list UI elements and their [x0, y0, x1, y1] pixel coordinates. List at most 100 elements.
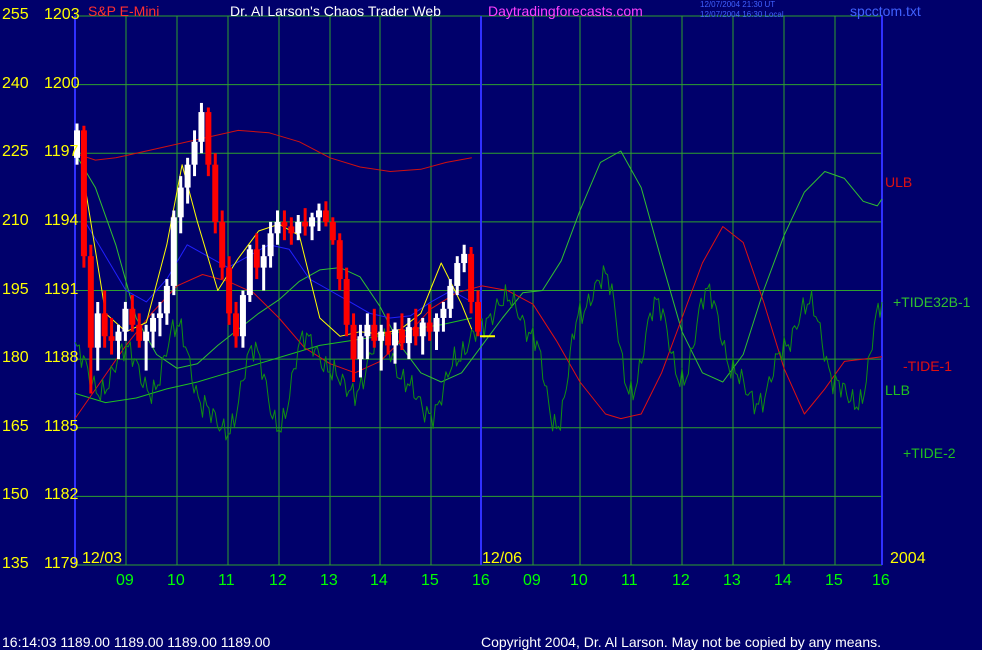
price-bar-body: [143, 331, 150, 341]
price-bar-body: [295, 221, 302, 234]
x-tick-label: 12: [672, 572, 690, 589]
price-bar-body: [329, 221, 336, 241]
time-local: 12/07/2004 16:30 Local: [700, 10, 784, 19]
price-bar-body: [108, 336, 115, 341]
price-bar-body: [288, 226, 295, 234]
x-tick-label: 11: [621, 572, 638, 589]
price-bar-body: [412, 327, 419, 337]
x-tick-label: 13: [320, 572, 338, 589]
price-bar-body: [267, 233, 274, 257]
price-bar-body: [184, 164, 191, 188]
chart-window: S&P E-Mini Dr. Al Larson's Chaos Trader …: [0, 0, 982, 650]
y-tick-label-left: 255: [2, 6, 29, 23]
price-bar-body: [80, 130, 87, 257]
price-bar-body: [239, 295, 246, 337]
date-label-start: 12/03: [82, 550, 123, 567]
y-tick-label-right: 1179: [44, 555, 79, 572]
price-bar-body: [371, 324, 378, 341]
price-bar-body: [426, 322, 433, 332]
price-bar-body: [233, 313, 240, 337]
y-tick-label-right: 1185: [44, 417, 79, 435]
ulb-line: [74, 129, 472, 172]
price-bar-body: [336, 240, 343, 280]
price-bar-body: [447, 285, 454, 309]
x-tick-label: 09: [523, 572, 541, 589]
x-tick-label: 13: [723, 572, 741, 589]
y-tick-label-right: 1188: [44, 349, 79, 367]
quote-readout: 16:14:03 1189.00 1189.00 1189.00 1189.00: [2, 634, 271, 650]
series-label-llb: LLB: [885, 382, 910, 398]
price-bar-body: [198, 112, 205, 142]
price-bar-body: [129, 308, 136, 325]
price-bar-body: [385, 331, 392, 346]
time-ut: 12/07/2004 21:30 UT: [700, 0, 776, 9]
price-bar-body: [163, 285, 170, 314]
x-tick-label: 14: [774, 572, 792, 589]
price-bar-body: [115, 331, 122, 341]
price-bar-body: [343, 279, 350, 325]
price-bar-body: [260, 256, 267, 268]
y-tick-label-left: 180: [2, 349, 29, 367]
y-tick-label-left: 165: [2, 417, 29, 435]
x-tick-label: 16: [872, 572, 890, 589]
series-layer: [74, 129, 883, 441]
series-label-tide1: -TIDE-1: [903, 358, 952, 374]
price-bar-body: [87, 256, 94, 348]
price-bar-body: [350, 324, 357, 360]
x-tick-label: 15: [825, 572, 843, 589]
price-bar-body: [357, 336, 364, 360]
y-tick-label-right: 1200: [44, 74, 80, 92]
price-bar-body: [309, 217, 316, 227]
y-tick-label-left: 210: [2, 211, 29, 229]
x-tick-label: 09: [116, 572, 134, 589]
price-bar-body: [322, 210, 329, 222]
price-bar-body: [94, 313, 101, 348]
price-bar-body: [454, 263, 461, 286]
chart-title: Dr. Al Larson's Chaos Trader Web: [230, 3, 441, 19]
price-bar-body: [246, 249, 253, 296]
y-tick-label-left: 150: [2, 486, 29, 504]
y-tick-label-right: 1191: [44, 280, 79, 298]
price-bar-body: [170, 217, 177, 286]
y-tick-label-left: 135: [2, 555, 29, 572]
y-tick-label-right: 1203: [44, 6, 80, 23]
series-label-ulb: ULB: [885, 174, 913, 190]
y-tick-label-right: 1194: [44, 211, 79, 229]
copyright-notice: Copyright 2004, Dr. Al Larson. May not b…: [481, 634, 882, 650]
series-label-tide32b1: +TIDE32B-1: [893, 294, 971, 310]
filename-label: spcctom.txt: [850, 3, 921, 19]
price-bar-body: [122, 308, 129, 332]
price-bar-body: [440, 308, 447, 318]
x-tick-label: 10: [167, 572, 185, 589]
price-bar-body: [475, 301, 481, 332]
price-bar-body: [433, 317, 440, 332]
price-bar-body: [392, 329, 399, 346]
price-bar-body: [274, 221, 281, 234]
price-bar-body: [468, 253, 475, 302]
x-tick-label: 10: [570, 572, 588, 589]
date-label-mid: 12/06: [482, 550, 523, 567]
price-bar-body: [136, 324, 143, 341]
y-tick-label-left: 225: [2, 143, 29, 161]
price-bar-body: [315, 210, 322, 218]
price-bar-body: [150, 317, 157, 332]
price-bar-body: [156, 313, 163, 318]
price-bar-body: [419, 322, 426, 337]
x-tick-label: 14: [370, 572, 388, 589]
x-tick-label: 11: [218, 572, 235, 589]
price-bar-body: [191, 141, 198, 165]
price-bar-body: [177, 187, 184, 218]
price-bar-body: [101, 313, 108, 337]
symbol-label: S&P E-Mini: [88, 3, 160, 19]
price-bar-body: [302, 221, 309, 227]
y-tick-label-right: 1182: [44, 486, 79, 504]
price-bar-body: [461, 253, 468, 264]
price-bar-body: [253, 249, 260, 268]
x-tick-label: 12: [269, 572, 287, 589]
tide32b1-line: [74, 150, 883, 383]
price-bar-body: [212, 164, 219, 222]
site-link[interactable]: Daytradingforecasts.com: [488, 4, 643, 18]
price-bar-body: [364, 324, 371, 337]
price-bar-body: [398, 329, 405, 344]
price-bar-body: [281, 221, 288, 227]
